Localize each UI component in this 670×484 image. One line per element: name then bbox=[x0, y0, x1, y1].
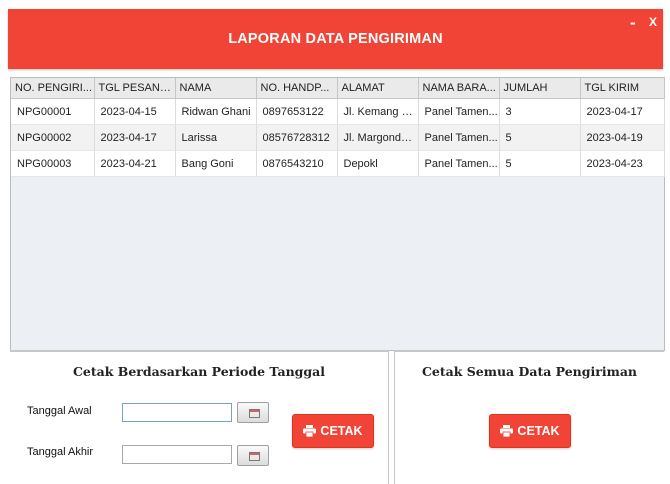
calendar-icon bbox=[249, 409, 260, 418]
start-date-input[interactable] bbox=[122, 403, 232, 422]
table-row[interactable]: NPG00003 2023-04-21 Bang Goni 0876543210… bbox=[11, 150, 665, 177]
column-header-tgl-pesanan[interactable]: TGL PESANAN bbox=[94, 78, 176, 99]
table-cell: 5 bbox=[499, 124, 581, 151]
end-date-calendar-button[interactable] bbox=[237, 445, 269, 466]
table-cell: NPG00003 bbox=[11, 150, 95, 177]
table-cell: 08576728312 bbox=[256, 124, 338, 151]
column-header-no-handphone[interactable]: NO. HANDP... bbox=[256, 78, 338, 99]
start-date-calendar-button[interactable] bbox=[237, 402, 269, 423]
table-cell: NPG00001 bbox=[11, 98, 95, 125]
table-cell: 2023-04-17 bbox=[580, 98, 665, 125]
table-cell: 2023-04-23 bbox=[580, 150, 665, 177]
column-header-no-pengiriman[interactable]: NO. PENGIRI... bbox=[11, 78, 95, 99]
table-cell: 5 bbox=[499, 150, 581, 177]
close-button[interactable]: X bbox=[649, 15, 657, 29]
period-panel-title: Cetak Berdasarkan Periode Tanggal bbox=[72, 364, 325, 379]
table-cell: 2023-04-15 bbox=[94, 98, 176, 125]
table-cell: 2023-04-19 bbox=[580, 124, 665, 151]
all-print-panel: Cetak Semua Data Pengiriman CETAK bbox=[394, 350, 664, 484]
table-cell: Panel Tamen... bbox=[418, 150, 500, 177]
table-cell: Depokl bbox=[337, 150, 419, 177]
table-cell: Ridwan Ghani bbox=[175, 98, 257, 125]
shipment-table-area[interactable]: NO. PENGIRI... TGL PESANAN NAMA NO. HAND… bbox=[10, 77, 665, 351]
start-date-label: Tanggal Awal bbox=[27, 405, 92, 417]
column-header-jumlah[interactable]: JUMLAH bbox=[499, 78, 581, 99]
table-cell: 0897653122 bbox=[256, 98, 338, 125]
table-row[interactable]: NPG00001 2023-04-15 Ridwan Ghani 0897653… bbox=[11, 98, 665, 125]
column-header-alamat[interactable]: ALAMAT bbox=[337, 78, 419, 99]
table-cell: Larissa bbox=[175, 124, 257, 151]
printer-icon bbox=[303, 425, 317, 437]
table-header-row: NO. PENGIRI... TGL PESANAN NAMA NO. HAND… bbox=[11, 78, 665, 99]
print-all-button[interactable]: CETAK bbox=[489, 414, 571, 448]
end-date-input[interactable] bbox=[122, 445, 232, 464]
print-all-label: CETAK bbox=[517, 424, 560, 438]
end-date-label: Tanggal Akhir bbox=[27, 446, 94, 458]
column-header-nama[interactable]: NAMA bbox=[175, 78, 257, 99]
table-cell: 0876543210 bbox=[256, 150, 338, 177]
title-bar: LAPORAN DATA PENGIRIMAN - X bbox=[8, 9, 663, 69]
table-cell: Jl. Kemang R... bbox=[337, 98, 419, 125]
all-panel-title: Cetak Semua Data Pengiriman bbox=[421, 364, 638, 379]
calendar-icon bbox=[249, 452, 260, 461]
window-title: LAPORAN DATA PENGIRIMAN bbox=[228, 31, 443, 47]
print-period-label: CETAK bbox=[320, 424, 363, 438]
table-cell: 2023-04-21 bbox=[94, 150, 176, 177]
table-cell: Panel Tamen... bbox=[418, 98, 500, 125]
table-cell: 3 bbox=[499, 98, 581, 125]
minimize-button[interactable]: - bbox=[630, 13, 636, 33]
period-print-panel: Cetak Berdasarkan Periode Tanggal Tangga… bbox=[10, 350, 389, 484]
table-row[interactable]: NPG00002 2023-04-17 Larissa 08576728312 … bbox=[11, 124, 665, 151]
print-period-button[interactable]: CETAK bbox=[292, 414, 374, 448]
table-cell: 2023-04-17 bbox=[94, 124, 176, 151]
table-cell: NPG00002 bbox=[11, 124, 95, 151]
printer-icon bbox=[500, 425, 514, 437]
column-header-nama-barang[interactable]: NAMA BARA... bbox=[418, 78, 500, 99]
column-header-tgl-kirim[interactable]: TGL KIRIM bbox=[580, 78, 665, 99]
shipment-table: NO. PENGIRI... TGL PESANAN NAMA NO. HAND… bbox=[11, 78, 665, 177]
table-cell: Jl. Margonda ... bbox=[337, 124, 419, 151]
table-cell: Panel Tamen... bbox=[418, 124, 500, 151]
table-cell: Bang Goni bbox=[175, 150, 257, 177]
